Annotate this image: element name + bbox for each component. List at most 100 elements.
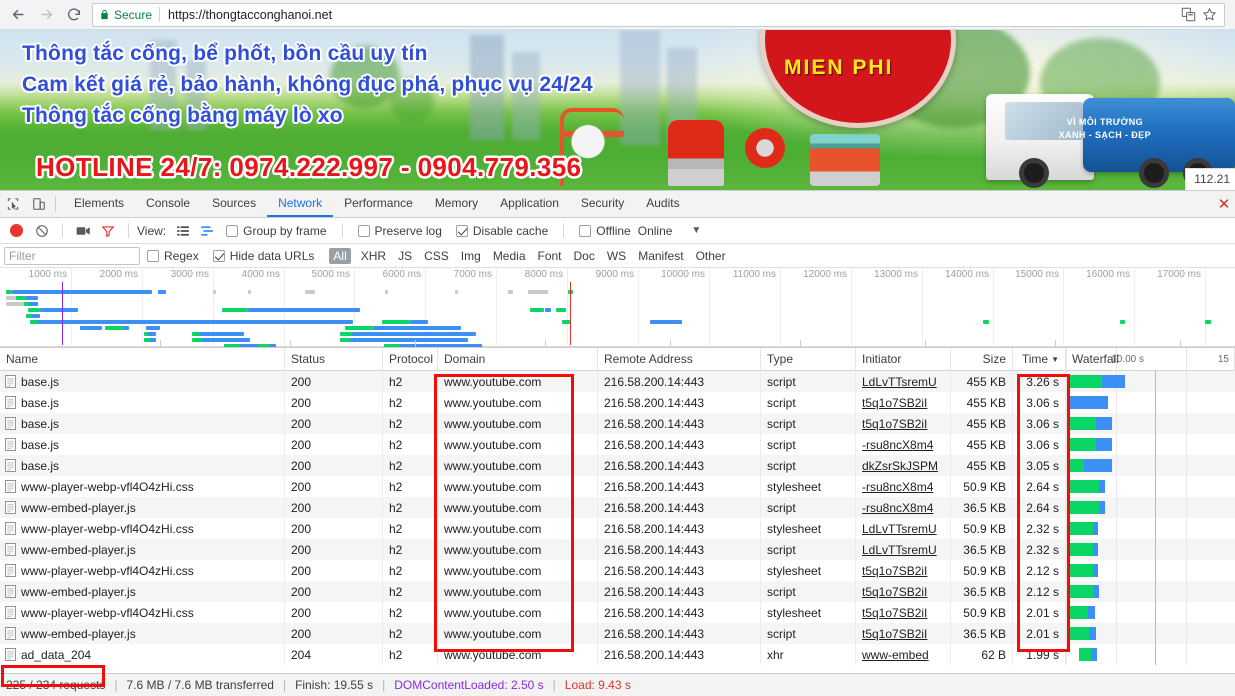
list-view-icon[interactable]: [176, 224, 190, 238]
waterfall-load-line: [1155, 623, 1156, 644]
column-header-status[interactable]: Status: [285, 347, 383, 371]
initiator-link[interactable]: t5q1o7SB2iI: [862, 564, 927, 578]
table-row[interactable]: www-player-webp-vfl4O4zHi.css 200 h2 www.yo…: [0, 518, 1235, 539]
initiator-link[interactable]: t5q1o7SB2iI: [862, 627, 927, 641]
funnel-icon[interactable]: [101, 224, 115, 238]
page-banner-ad: MIEN PHI Thông tắc cống, bể phốt, bồn cầ…: [0, 30, 1235, 190]
overview-ruler-tick: [670, 340, 671, 347]
address-bar[interactable]: Secure https://thongtacconghanoi.net: [92, 2, 1225, 27]
column-header-initiator[interactable]: Initiator: [856, 347, 951, 371]
filter-type-ws[interactable]: WS: [607, 249, 626, 263]
tab-elements[interactable]: Elements: [63, 191, 135, 217]
initiator-link[interactable]: -rsu8ncX8m4: [862, 480, 933, 494]
initiator-link[interactable]: -rsu8ncX8m4: [862, 501, 933, 515]
filter-type-js[interactable]: JS: [398, 249, 412, 263]
overview-request-bar: [556, 308, 566, 312]
table-row[interactable]: www-embed-player.js 200 h2 www.youtube.com 2…: [0, 539, 1235, 560]
waterfall-gridline: [1116, 518, 1117, 539]
truck-text-line-1: VÌ MÔI TRƯỜNG: [1066, 117, 1144, 127]
waterfall-gridline: [1186, 392, 1187, 413]
clear-icon[interactable]: [35, 224, 49, 238]
filter-type-all[interactable]: All: [329, 247, 351, 264]
preserve-log-checkbox[interactable]: Preserve log: [357, 224, 442, 238]
reload-icon[interactable]: [60, 1, 88, 29]
table-row[interactable]: ad_data_204 204 h2 www.youtube.com 216.58.20…: [0, 644, 1235, 665]
initiator-link[interactable]: t5q1o7SB2iI: [862, 417, 927, 431]
tab-console[interactable]: Console: [135, 191, 201, 217]
overview-request-bar: [222, 308, 248, 312]
tab-application[interactable]: Application: [489, 191, 570, 217]
record-stop-icon[interactable]: [10, 224, 23, 237]
cell-protocol: h2: [383, 497, 438, 518]
column-header-remote[interactable]: Remote Address: [598, 347, 761, 371]
filter-type-xhr[interactable]: XHR: [361, 249, 386, 263]
back-icon[interactable]: [4, 1, 32, 29]
offline-checkbox[interactable]: Offline: [579, 224, 631, 238]
table-row[interactable]: www-player-webp-vfl4O4zHi.css 200 h2 www.yo…: [0, 602, 1235, 623]
table-row[interactable]: base.js 200 h2 www.youtube.com 216.58.200.14…: [0, 455, 1235, 476]
throttling-value[interactable]: Online: [638, 224, 673, 238]
tab-performance[interactable]: Performance: [333, 191, 424, 217]
inspect-element-icon[interactable]: [0, 191, 26, 217]
network-overview-timeline[interactable]: 1000 ms 2000 ms 3000 ms 4000 ms 5000 ms 6000 …: [0, 268, 1235, 348]
table-row[interactable]: www-embed-player.js 200 h2 www.youtube.com 2…: [0, 497, 1235, 518]
filter-type-font[interactable]: Font: [538, 249, 562, 263]
initiator-link[interactable]: t5q1o7SB2iI: [862, 396, 927, 410]
initiator-link[interactable]: LdLvTTsremU: [862, 543, 937, 557]
tab-network[interactable]: Network: [267, 191, 334, 217]
filter-input[interactable]: [4, 246, 140, 265]
column-header-time[interactable]: Time ▼: [1013, 347, 1066, 371]
initiator-link[interactable]: t5q1o7SB2iI: [862, 606, 927, 620]
filter-type-css[interactable]: CSS: [424, 249, 449, 263]
table-row[interactable]: www-embed-player.js 200 h2 www.youtube.com 2…: [0, 581, 1235, 602]
table-row[interactable]: base.js 200 h2 www.youtube.com 216.58.200.14…: [0, 434, 1235, 455]
initiator-link[interactable]: LdLvTTsremU: [862, 375, 937, 389]
column-header-domain[interactable]: Domain: [438, 347, 598, 371]
initiator-link[interactable]: dkZsrSkJSPM: [862, 459, 938, 473]
close-icon[interactable]: ✕: [1213, 191, 1235, 217]
waterfall-bar-waiting: [1093, 522, 1098, 535]
tab-audits[interactable]: Audits: [635, 191, 690, 217]
table-row[interactable]: www-embed-player.js 200 h2 www.youtube.com 2…: [0, 623, 1235, 644]
filter-type-manifest[interactable]: Manifest: [638, 249, 683, 263]
device-toolbar-icon[interactable]: [26, 191, 52, 217]
regex-checkbox[interactable]: Regex: [147, 249, 199, 263]
filter-type-other[interactable]: Other: [696, 249, 726, 263]
table-row[interactable]: www-player-webp-vfl4O4zHi.css 200 h2 www.yo…: [0, 560, 1235, 581]
tab-sources[interactable]: Sources: [201, 191, 267, 217]
forward-icon[interactable]: [32, 1, 60, 29]
table-row[interactable]: base.js 200 h2 www.youtube.com 216.58.200.14…: [0, 413, 1235, 434]
column-header-name[interactable]: Name: [0, 347, 285, 371]
column-header-protocol[interactable]: Protocol: [383, 347, 438, 371]
cell-domain: www.youtube.com: [438, 497, 598, 518]
chevron-down-icon[interactable]: ▼: [691, 225, 701, 236]
filter-type-doc[interactable]: Doc: [574, 249, 595, 263]
tab-security[interactable]: Security: [570, 191, 635, 217]
cell-time: 3.06 s: [1013, 413, 1066, 434]
cell-size: 455 KB: [951, 371, 1013, 392]
group-by-frame-checkbox[interactable]: Group by frame: [226, 224, 327, 238]
hide-data-urls-checkbox[interactable]: Hide data URLs: [212, 249, 314, 263]
tab-memory[interactable]: Memory: [424, 191, 489, 217]
waterfall-gridline: [1116, 434, 1117, 455]
table-row[interactable]: base.js 200 h2 www.youtube.com 216.58.200.14…: [0, 371, 1235, 392]
disable-cache-checkbox[interactable]: Disable cache: [455, 224, 548, 238]
toolbar-divider: [563, 223, 565, 238]
column-header-type[interactable]: Type: [761, 347, 856, 371]
filter-type-media[interactable]: Media: [493, 249, 526, 263]
initiator-link[interactable]: t5q1o7SB2iI: [862, 585, 927, 599]
cell-protocol: h2: [383, 581, 438, 602]
initiator-link[interactable]: -rsu8ncX8m4: [862, 438, 933, 452]
initiator-link[interactable]: LdLvTTsremU: [862, 522, 937, 536]
camera-icon[interactable]: [76, 225, 91, 237]
column-header-waterfall[interactable]: Waterfall 10.00 s 15: [1066, 347, 1235, 371]
column-header-size[interactable]: Size: [951, 347, 1013, 371]
star-icon[interactable]: [1200, 6, 1218, 24]
filter-type-img[interactable]: Img: [461, 249, 481, 263]
waterfall-view-icon[interactable]: [200, 224, 214, 238]
table-row[interactable]: www-player-webp-vfl4O4zHi.css 200 h2 www.yo…: [0, 476, 1235, 497]
cell-type: script: [761, 392, 856, 413]
initiator-link[interactable]: www-embed: [862, 648, 929, 662]
table-row[interactable]: base.js 200 h2 www.youtube.com 216.58.200.14…: [0, 392, 1235, 413]
translate-icon[interactable]: [1179, 6, 1197, 24]
